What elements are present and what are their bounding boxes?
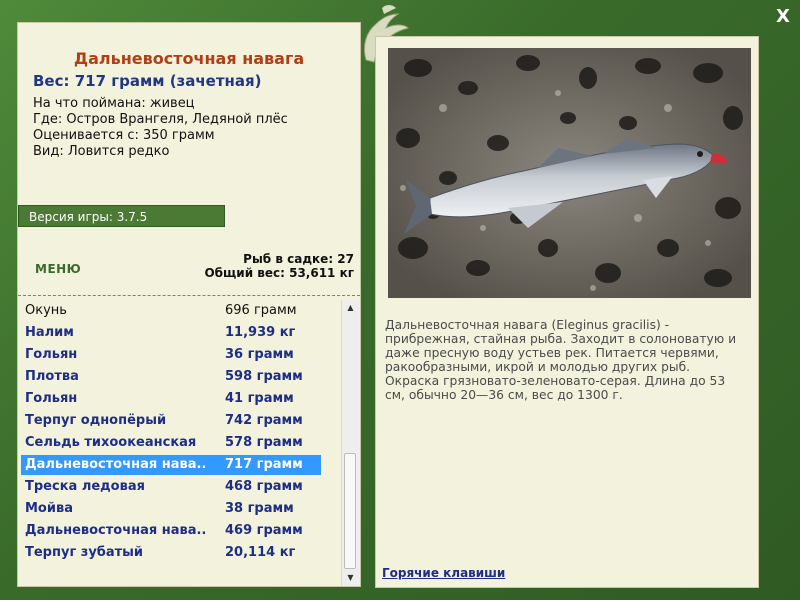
list-item[interactable]: Треска ледовая 468 грамм — [21, 477, 321, 497]
hotkeys-link[interactable]: Горячие клавиши — [382, 566, 505, 580]
catch-details: На что поймана: живец Где: Остров Вранге… — [33, 96, 288, 160]
fish-description: Дальневосточная навага (Eleginus gracili… — [385, 318, 737, 402]
list-item[interactable]: Дальневосточная нава... 469 грамм — [21, 521, 321, 541]
kind-text: Вид: Ловится редко — [33, 144, 170, 159]
list-scrollbar[interactable]: ▲ ▼ — [341, 300, 359, 586]
divider — [18, 295, 360, 296]
bait-text: На что поймана: живец — [33, 96, 195, 111]
keepnet-stats: Рыб в садке: 27 Общий вес: 53,611 кг — [204, 252, 354, 280]
scrollbar-thumb[interactable] — [344, 453, 356, 569]
list-item[interactable]: Терпуг зубатый 20,114 кг — [21, 543, 321, 563]
fish-title: Дальневосточная навага — [73, 49, 305, 68]
version-bar: Версия игры: 3.7.5 — [18, 205, 225, 227]
menu-button[interactable]: МЕНЮ — [35, 262, 81, 276]
list-item[interactable]: Налим 11,939 кг — [21, 323, 321, 343]
list-item[interactable]: Терпуг однопёрый 742 грамм — [21, 411, 321, 431]
place-text: Где: Остров Врангеля, Ледяной плёс — [33, 112, 288, 127]
fish-photo-image — [388, 48, 751, 298]
list-item[interactable]: Гольян 36 грамм — [21, 345, 321, 365]
fish-photo — [388, 48, 751, 298]
close-button[interactable]: X — [772, 6, 794, 28]
arrow-up-icon[interactable]: ▲ — [342, 300, 359, 316]
list-item[interactable]: Сельдь тихоокеанская 578 грамм — [21, 433, 321, 453]
rated-text: Оценивается с: 350 грамм — [33, 128, 215, 143]
list-item[interactable]: Плотва 598 грамм — [21, 367, 321, 387]
fish-description-panel: Дальневосточная навага (Eleginus gracili… — [375, 36, 759, 588]
total-weight: Общий вес: 53,611 кг — [204, 266, 354, 280]
fish-list: Окунь 696 грамм Налим 11,939 кг Гольян 36 г… — [18, 300, 341, 586]
catch-info-panel: Дальневосточная навага Вес: 717 грамм (з… — [17, 22, 361, 587]
list-item-selected[interactable]: Дальневосточная нава... 717 грамм — [21, 455, 321, 475]
fish-count: Рыб в садке: 27 — [243, 252, 354, 266]
arrow-down-icon[interactable]: ▼ — [342, 570, 359, 586]
list-item[interactable]: Окунь 696 грамм — [21, 301, 321, 321]
list-item[interactable]: Мойва 38 грамм — [21, 499, 321, 519]
list-item[interactable]: Гольян 41 грамм — [21, 389, 321, 409]
fish-weight: Вес: 717 грамм (зачетная) — [33, 72, 262, 90]
